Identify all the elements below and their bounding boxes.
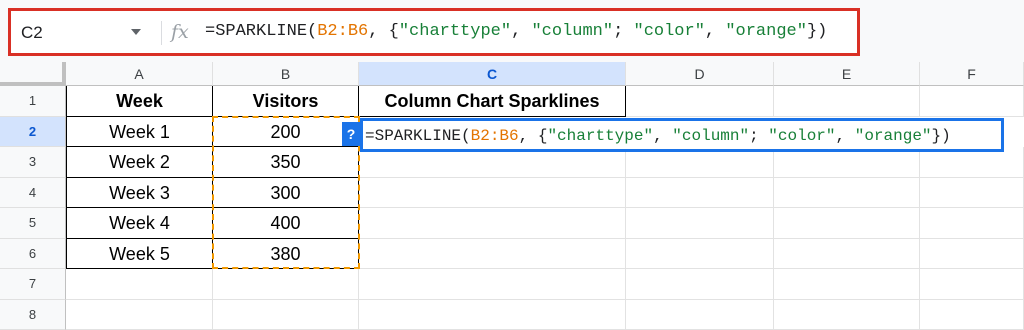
cell-c8[interactable]: [359, 300, 626, 330]
formula-token: B2:B6: [471, 127, 519, 145]
cell-c6[interactable]: [359, 239, 626, 270]
cell-b2[interactable]: 200: [213, 117, 359, 148]
cell-a1[interactable]: Week: [66, 86, 213, 117]
cell-c5[interactable]: [359, 208, 626, 239]
formula-token: , {: [519, 127, 548, 145]
cell-c4[interactable]: [359, 178, 626, 209]
row-header-3[interactable]: 3: [0, 147, 66, 178]
fx-icon: fx: [171, 19, 195, 45]
formula-token: ,: [836, 127, 855, 145]
cell-b5[interactable]: 400: [213, 208, 359, 239]
cell-b6[interactable]: 380: [213, 239, 359, 270]
formula-token: ,: [653, 127, 672, 145]
column-header-b[interactable]: B: [213, 62, 359, 86]
cell-a7[interactable]: [66, 269, 213, 300]
formula-token: "column": [531, 22, 613, 41]
cell-e5[interactable]: [774, 208, 920, 239]
row-header-8[interactable]: 8: [0, 300, 66, 330]
cell-f6[interactable]: [920, 239, 1024, 270]
column-header-c[interactable]: C: [359, 62, 626, 86]
formula-token: , {: [368, 22, 399, 41]
formula-token: "color": [634, 22, 705, 41]
row-header-4[interactable]: 4: [0, 178, 66, 209]
cell-b1[interactable]: Visitors: [213, 86, 359, 117]
select-all-corner[interactable]: [0, 62, 66, 86]
formula-token: }): [932, 127, 951, 145]
cell-d5[interactable]: [626, 208, 774, 239]
cell-d7[interactable]: [626, 269, 774, 300]
cell-d8[interactable]: [626, 300, 774, 330]
cell-a4[interactable]: Week 3: [66, 178, 213, 209]
formula-bar-divider: [161, 21, 162, 45]
cell-f1[interactable]: [920, 86, 1024, 117]
formula-token: "orange": [855, 127, 932, 145]
column-header-e[interactable]: E: [774, 62, 920, 86]
formula-token: =SPARKLINE(: [365, 127, 471, 145]
cell-c1[interactable]: Column Chart Sparklines: [359, 86, 626, 117]
cell-e4[interactable]: [774, 178, 920, 209]
formula-token: ;: [613, 22, 633, 41]
formula-token: "orange": [725, 22, 807, 41]
row-header-6[interactable]: 6: [0, 239, 66, 270]
row-header-5[interactable]: 5: [0, 208, 66, 239]
formula-input[interactable]: =SPARKLINE(B2:B6, {"charttype", "column"…: [205, 19, 827, 45]
column-header-a[interactable]: A: [66, 62, 213, 86]
cell-e1[interactable]: [774, 86, 920, 117]
formula-help-button[interactable]: ?: [342, 122, 360, 146]
formula-token: "charttype": [547, 127, 653, 145]
formula-bar-area: C2 fx =SPARKLINE(B2:B6, {"charttype", "c…: [0, 0, 1024, 62]
column-header-f[interactable]: F: [920, 62, 1024, 86]
cell-f8[interactable]: [920, 300, 1024, 330]
formula-bar: C2 fx =SPARKLINE(B2:B6, {"charttype", "c…: [8, 8, 860, 56]
cell-a2[interactable]: Week 1: [66, 117, 213, 148]
row-header-1[interactable]: 1: [0, 86, 66, 117]
formula-token: ,: [511, 22, 531, 41]
row-header-2[interactable]: 2: [0, 117, 66, 148]
chevron-down-icon[interactable]: [131, 29, 141, 35]
cell-e6[interactable]: [774, 239, 920, 270]
cell-b4[interactable]: 300: [213, 178, 359, 209]
cell-a3[interactable]: Week 2: [66, 147, 213, 178]
cell-a8[interactable]: [66, 300, 213, 330]
cell-b7[interactable]: [213, 269, 359, 300]
formula-token: "charttype": [399, 22, 511, 41]
formula-token: =SPARKLINE(: [205, 22, 317, 41]
cell-f5[interactable]: [920, 208, 1024, 239]
formula-token: "color": [768, 127, 835, 145]
cell-b3[interactable]: 350: [213, 147, 359, 178]
formula-token: "column": [672, 127, 749, 145]
cell-e8[interactable]: [774, 300, 920, 330]
cell-b8[interactable]: [213, 300, 359, 330]
cell-a5[interactable]: Week 4: [66, 208, 213, 239]
column-header-d[interactable]: D: [626, 62, 774, 86]
formula-token: B2:B6: [317, 22, 368, 41]
spreadsheet-grid: A B C D E F 1 2 3 4 5 6 7 8 Week Visitor…: [0, 62, 1024, 324]
cell-d6[interactable]: [626, 239, 774, 270]
cell-e7[interactable]: [774, 269, 920, 300]
formula-token: ,: [705, 22, 725, 41]
cell-d4[interactable]: [626, 178, 774, 209]
row-header-7[interactable]: 7: [0, 269, 66, 300]
cell-c7[interactable]: [359, 269, 626, 300]
cell-d1[interactable]: [626, 86, 774, 117]
name-box[interactable]: C2: [21, 21, 141, 45]
formula-token: ;: [749, 127, 768, 145]
cell-f7[interactable]: [920, 269, 1024, 300]
formula-token: }): [807, 22, 827, 41]
cell-editor-c2[interactable]: =SPARKLINE(B2:B6, {"charttype", "column"…: [360, 118, 1004, 152]
cell-f4[interactable]: [920, 178, 1024, 209]
cell-a6[interactable]: Week 5: [66, 239, 213, 270]
cell-editor-formula[interactable]: =SPARKLINE(B2:B6, {"charttype", "column"…: [365, 123, 951, 149]
